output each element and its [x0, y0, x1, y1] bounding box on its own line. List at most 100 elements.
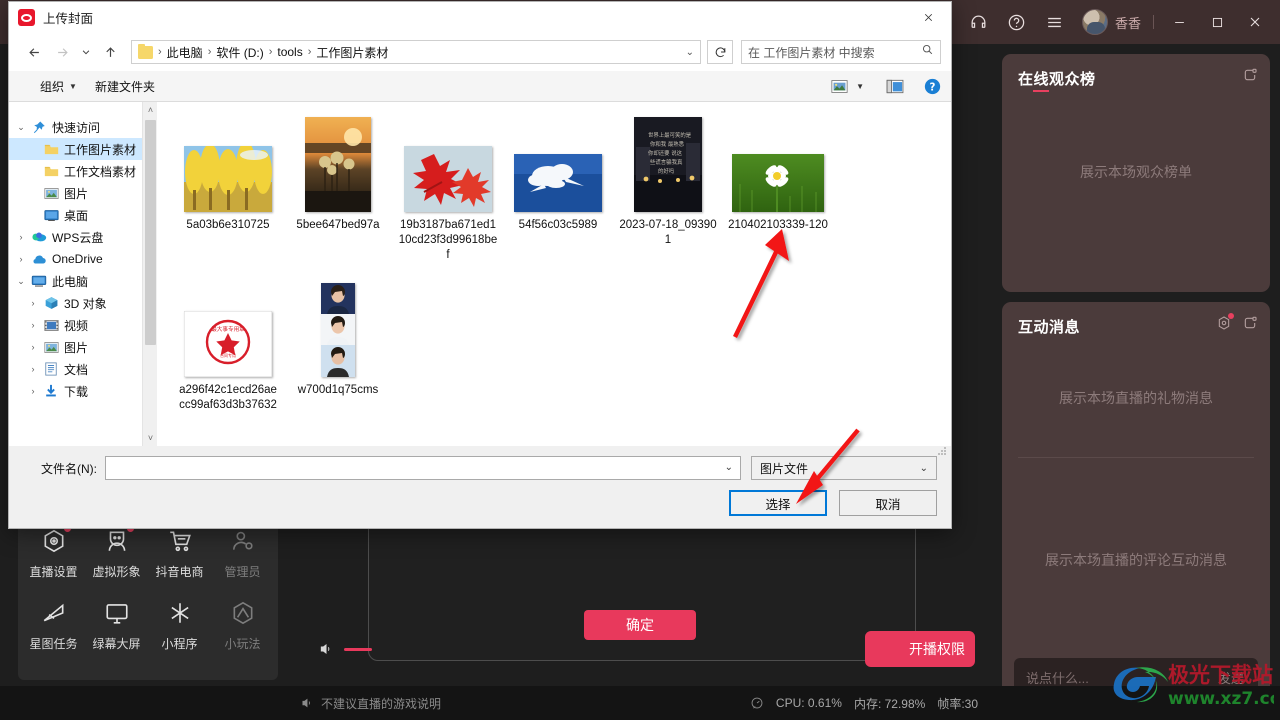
popout-icon[interactable] [1242, 67, 1258, 83]
recent-locations-button[interactable] [77, 39, 95, 65]
search-icon[interactable] [921, 43, 934, 61]
breadcrumb-item-0[interactable]: 此电脑 [163, 44, 207, 61]
account-menu[interactable]: 香香 [1074, 9, 1147, 35]
cpu-usage: CPU: 0.61% [775, 696, 842, 710]
tool-item-admin-user-icon[interactable]: 管理员 [211, 522, 274, 594]
chevron-down-icon[interactable]: ⌄ [725, 462, 733, 473]
tree-item[interactable]: › WPS云盘 [9, 226, 157, 248]
tree-item[interactable]: › 图片 [9, 336, 157, 358]
gear-icon[interactable] [1216, 313, 1234, 331]
tool-panel: 直播设置 虚拟形象 抖音电商 管理员星图任务 绿幕大屏 小程序 小玩法 [18, 508, 278, 680]
tree-item[interactable]: 桌面 [9, 204, 157, 226]
file-item[interactable]: 19b3187ba671ed110cd23f3d99618bef [393, 116, 503, 263]
scroll-up-icon[interactable]: ˄ [143, 102, 157, 118]
tree-item[interactable]: ⌄ 快速访问 [9, 116, 157, 138]
breadcrumb-item-1[interactable]: 软件 (D:) [212, 44, 267, 61]
filename-input[interactable]: ⌄ [105, 456, 741, 480]
tree-item[interactable]: 图片 [9, 182, 157, 204]
status-note[interactable]: 不建议直播的游戏说明 [321, 695, 441, 712]
volume-slider[interactable] [344, 647, 372, 651]
folder-icon [41, 143, 61, 156]
chevron-down-icon[interactable]: ⌄ [13, 276, 29, 287]
file-item[interactable]: 5a03b6e310725 [173, 116, 283, 263]
cancel-button[interactable]: 取消 [839, 490, 937, 516]
help-icon[interactable]: ? [924, 78, 941, 95]
tool-item-game-hex-icon[interactable]: 小玩法 [211, 594, 274, 666]
dialog-button-row: 选择 取消 [23, 490, 937, 516]
settings-hex-icon [41, 525, 71, 554]
dialog-body: ⌄ 快速访问 工作图片素材 工作文档素材 图片 桌面 › WPS云盘 › OneDrive ⌄ 此电脑… [9, 102, 951, 446]
volume-mute-icon[interactable] [318, 641, 334, 657]
chevron-right-icon[interactable]: › [25, 386, 41, 396]
file-item[interactable]: 54f56c03c5989 [503, 116, 613, 263]
navigation-tree: ⌄ 快速访问 工作图片素材 工作文档素材 图片 桌面 › WPS云盘 › OneDrive ⌄ 此电脑… [9, 102, 157, 446]
menu-icon[interactable] [1036, 3, 1074, 41]
close-button[interactable] [1236, 3, 1274, 41]
chevron-right-icon[interactable]: › [13, 232, 29, 242]
breadcrumb[interactable]: › 此电脑 › 软件 (D:) › tools › 工作图片素材 ⌄ [131, 40, 701, 64]
filetype-select[interactable]: 图片文件 ⌄ [751, 456, 937, 480]
chevron-right-icon[interactable]: › [25, 342, 41, 352]
file-item[interactable]: 5bee647bed97a [283, 116, 393, 263]
refresh-button[interactable] [707, 40, 733, 64]
tool-item-miniapp-icon[interactable]: 小程序 [148, 594, 211, 666]
organize-button[interactable]: 组织 ▼ [31, 74, 86, 99]
tree-item[interactable]: › OneDrive [9, 248, 157, 270]
headset-icon[interactable] [960, 3, 998, 41]
chevron-right-icon[interactable]: › [25, 364, 41, 374]
file-item[interactable]: w700d1q75cms [283, 281, 393, 413]
view-layout-icon[interactable] [831, 79, 848, 94]
search-placeholder: 在 工作图片素材 中搜索 [748, 45, 875, 60]
scroll-down-icon[interactable]: ˅ [143, 430, 157, 446]
chevron-down-icon[interactable]: ⌄ [686, 47, 694, 58]
chevron-right-icon[interactable]: › [25, 320, 41, 330]
forward-button[interactable] [49, 39, 75, 65]
dialog-toolbar: 组织 ▼ 新建文件夹 ▼ ? [9, 71, 951, 102]
site-watermark: 极光下载站 www.xz7.com [1106, 654, 1280, 716]
search-input[interactable]: 在 工作图片素材 中搜索 [741, 40, 941, 64]
chevron-right-icon[interactable]: › [13, 254, 29, 264]
dialog-close-button[interactable] [906, 2, 951, 33]
tool-item-monitor-icon[interactable]: 绿幕大屏 [85, 594, 148, 666]
breadcrumb-item-3[interactable]: 工作图片素材 [312, 44, 392, 61]
tree-item[interactable]: › 视频 [9, 314, 157, 336]
maximize-button[interactable] [1198, 3, 1236, 41]
tree-item[interactable]: › 3D 对象 [9, 292, 157, 314]
resize-grip[interactable] [936, 444, 948, 456]
chevron-down-icon[interactable]: ▼ [856, 82, 864, 91]
tree-item[interactable]: › 文档 [9, 358, 157, 380]
file-thumbnail: 最大事专用章 合同专用 [184, 281, 272, 377]
popout-icon[interactable] [1242, 315, 1258, 331]
tree-scrollbar[interactable]: ˄ ˅ [142, 102, 157, 446]
file-item[interactable]: 世界上最可笑的是 你和我 最熟悉 你却还要 说这 些谎言骗我真 的好吗 2023-07-1… [613, 116, 723, 263]
tree-item[interactable]: 工作文档素材 [9, 160, 157, 182]
speed-test-icon[interactable] [750, 696, 764, 710]
viewers-placeholder: 展示本场观众榜单 [1080, 164, 1192, 180]
file-item[interactable]: 最大事专用章 合同专用 a296f42c1ecd26aecc99af63d3b376… [173, 281, 283, 413]
svg-text:极光下载站: 极光下载站 [1168, 663, 1273, 687]
select-button[interactable]: 选择 [729, 490, 827, 516]
minimize-button[interactable] [1160, 3, 1198, 41]
new-folder-button[interactable]: 新建文件夹 [86, 74, 164, 99]
chevron-down-icon[interactable]: ⌄ [13, 122, 29, 133]
tool-item-cart-icon[interactable]: 抖音电商 [148, 522, 211, 594]
up-button[interactable] [97, 39, 123, 65]
tree-item[interactable]: ⌄ 此电脑 [9, 270, 157, 292]
scrollbar-thumb[interactable] [145, 120, 156, 345]
back-button[interactable] [21, 39, 47, 65]
chevron-right-icon[interactable]: › [25, 298, 41, 308]
preview-pane-icon[interactable] [886, 79, 904, 94]
dialog-navigation-bar: › 此电脑 › 软件 (D:) › tools › 工作图片素材 ⌄ 在 工作图… [9, 33, 951, 71]
file-item[interactable]: 210402103339-1200 [723, 116, 833, 263]
tree-item[interactable]: › 下载 [9, 380, 157, 402]
help-icon[interactable] [998, 3, 1036, 41]
online-viewers-title: 在线观众榜 [1018, 71, 1096, 88]
stream-permission-button[interactable]: 开播权限 [865, 631, 975, 667]
tool-label: 绿幕大屏 [92, 637, 141, 651]
tool-item-star-chart-icon[interactable]: 星图任务 [22, 594, 85, 666]
comment-messages-placeholder: 展示本场直播的评论互动消息 [1045, 552, 1227, 568]
tool-item-avatar-icon[interactable]: 虚拟形象 [85, 522, 148, 594]
tree-item[interactable]: 工作图片素材 [9, 138, 157, 160]
breadcrumb-item-2[interactable]: tools [273, 45, 306, 59]
tool-item-settings-hex-icon[interactable]: 直播设置 [22, 522, 85, 594]
